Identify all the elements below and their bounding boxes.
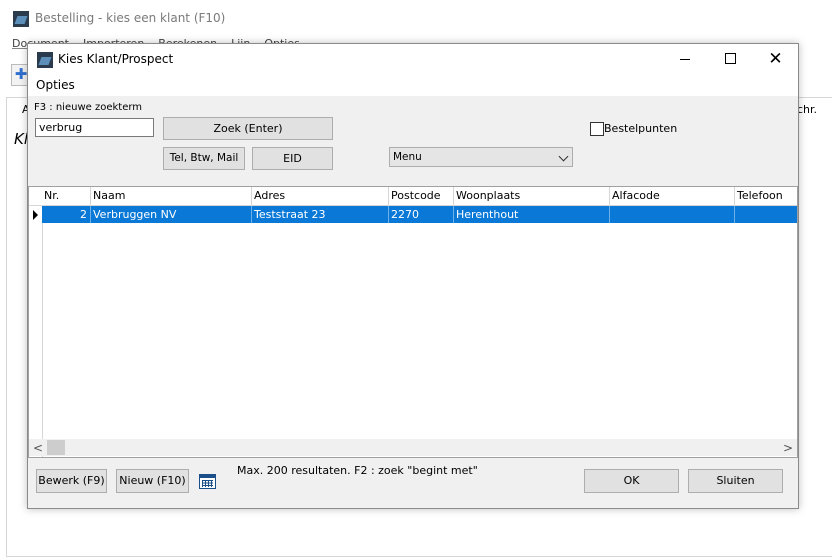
column-header-adres[interactable]: Adres bbox=[252, 187, 389, 205]
menu-opties[interactable]: Opties bbox=[36, 78, 75, 92]
background-window-title: Bestelling - kies een klant (F10) bbox=[35, 11, 226, 25]
cell-adres: Teststraat 23 bbox=[252, 206, 389, 223]
background-titlebar: Bestelling - kies een klant (F10) bbox=[0, 0, 837, 36]
cell-naam: Verbruggen NV bbox=[91, 206, 252, 223]
dialog-title: Kies Klant/Prospect bbox=[58, 52, 174, 66]
bestelpunten-label[interactable]: Bestelpunten bbox=[604, 122, 677, 135]
table-row[interactable]: 2 Verbruggen NV Teststraat 23 2270 Heren… bbox=[42, 206, 797, 223]
eid-button[interactable]: EID bbox=[252, 147, 333, 170]
zoek-button[interactable]: Zoek (Enter) bbox=[163, 117, 333, 140]
scrollbar-thumb[interactable] bbox=[47, 440, 65, 455]
menu-dropdown-value: Menu bbox=[393, 151, 422, 163]
cell-nr: 2 bbox=[42, 206, 91, 223]
bestelpunten-checkbox[interactable] bbox=[590, 122, 604, 136]
horizontal-scrollbar[interactable]: < > bbox=[29, 439, 797, 456]
background-heading: Kl bbox=[14, 130, 29, 148]
background-column-header: chr. bbox=[797, 103, 818, 116]
column-header-naam[interactable]: Naam bbox=[91, 187, 252, 205]
dialog-menubar: Opties bbox=[28, 74, 798, 96]
maximize-icon[interactable] bbox=[708, 44, 753, 74]
menu-dropdown[interactable]: Menu bbox=[389, 147, 573, 167]
scroll-left-icon[interactable]: < bbox=[33, 441, 43, 455]
cell-postcode: 2270 bbox=[389, 206, 454, 223]
close-icon[interactable]: ✕ bbox=[753, 44, 798, 74]
column-header-woonplaats[interactable]: Woonplaats bbox=[454, 187, 610, 205]
minimize-icon[interactable] bbox=[663, 44, 708, 74]
search-caption: F3 : nieuwe zoekterm bbox=[34, 102, 143, 113]
kies-klant-dialog: Kies Klant/Prospect ✕ Opties F3 : nieuwe… bbox=[27, 43, 799, 509]
search-panel: F3 : nieuwe zoekterm Zoek (Enter) Tel, B… bbox=[28, 96, 798, 179]
grid-header: Nr. Naam Adres Postcode Woonplaats Alfac… bbox=[29, 187, 797, 206]
ok-button[interactable]: OK bbox=[584, 469, 679, 493]
column-header-alfacode[interactable]: Alfacode bbox=[610, 187, 735, 205]
tel-btw-mail-button[interactable]: Tel, Btw, Mail bbox=[163, 147, 245, 170]
column-header-telefoon[interactable]: Telefoon bbox=[735, 187, 797, 205]
search-input[interactable] bbox=[35, 118, 154, 137]
results-grid[interactable]: Nr. Naam Adres Postcode Woonplaats Alfac… bbox=[28, 186, 798, 458]
bewerk-button[interactable]: Bewerk (F9) bbox=[36, 469, 107, 493]
nieuw-button[interactable]: Nieuw (F10) bbox=[116, 469, 189, 493]
row-pointer-icon bbox=[33, 210, 38, 220]
row-indicator-column bbox=[29, 187, 43, 457]
app-icon bbox=[13, 11, 29, 27]
chevron-down-icon bbox=[558, 151, 569, 162]
column-header-postcode[interactable]: Postcode bbox=[389, 187, 454, 205]
cell-telefoon bbox=[735, 206, 797, 223]
dialog-titlebar: Kies Klant/Prospect ✕ bbox=[28, 44, 798, 74]
column-header-nr[interactable]: Nr. bbox=[42, 187, 91, 205]
cell-woonplaats: Herenthout bbox=[454, 206, 610, 223]
cell-alfacode bbox=[610, 206, 735, 223]
results-message: Max. 200 resultaten. F2 : zoek "begint m… bbox=[237, 464, 478, 477]
calendar-icon[interactable] bbox=[199, 474, 216, 489]
app-icon bbox=[37, 52, 53, 68]
sluiten-button[interactable]: Sluiten bbox=[688, 469, 783, 493]
scroll-right-icon[interactable]: > bbox=[783, 441, 793, 455]
